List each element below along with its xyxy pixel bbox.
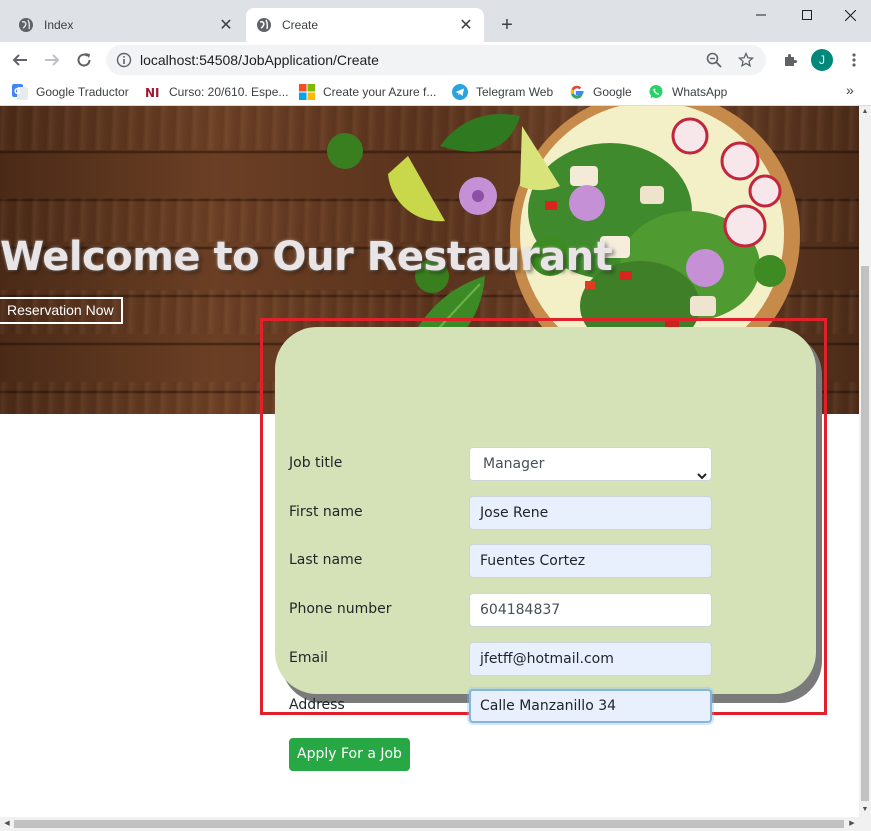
reload-icon[interactable] <box>70 46 98 74</box>
tab-strip: Index ✕ Create ✕ + <box>0 0 871 42</box>
profile-avatar[interactable]: J <box>811 49 833 71</box>
browser-toolbar: localhost:54508/JobApplication/Create <box>0 42 871 78</box>
svg-text:G: G <box>14 87 21 96</box>
back-arrow-icon[interactable] <box>6 46 34 74</box>
close-window-icon[interactable] <box>830 0 871 30</box>
phone-number-input[interactable]: 604184837 <box>469 593 712 627</box>
svg-text:NI: NI <box>145 86 160 100</box>
ni-icon: NI <box>145 84 161 100</box>
email-row: Email jfetff@hotmail.com <box>289 642 719 676</box>
zoom-icon[interactable] <box>702 48 726 72</box>
hero-title: Welcome to Our Restaurant <box>0 234 613 280</box>
last-name-input[interactable]: Fuentes Cortez <box>469 544 712 578</box>
reservation-button[interactable]: Reservation Now <box>0 297 123 324</box>
job-title-label: Job title <box>289 455 343 471</box>
bookmark-label: Create your Azure f... <box>323 85 437 99</box>
tab-create[interactable]: Create ✕ <box>246 8 484 42</box>
scroll-down-arrow-icon[interactable]: ▼ <box>861 806 869 814</box>
address-bar[interactable]: localhost:54508/JobApplication/Create <box>106 45 766 75</box>
horizontal-scroll-thumb[interactable] <box>14 820 844 828</box>
address-input[interactable]: Calle Manzanillo 34 <box>469 689 712 723</box>
phone-number-label: Phone number <box>289 601 392 617</box>
globe-icon <box>256 17 272 33</box>
url-text: localhost:54508/JobApplication/Create <box>140 52 379 68</box>
scroll-left-arrow-icon[interactable]: ◀ <box>3 820 11 828</box>
email-input[interactable]: jfetff@hotmail.com <box>469 642 712 676</box>
forward-arrow-icon[interactable] <box>38 46 66 74</box>
bookmark-google[interactable]: Google <box>569 82 632 102</box>
horizontal-scrollbar[interactable]: ◀ ▶ <box>0 817 871 831</box>
phone-number-row: Phone number 604184837 <box>289 593 719 627</box>
tab-label: Create <box>282 18 319 32</box>
bookmark-label: Telegram Web <box>476 85 554 99</box>
bookmark-curso[interactable]: NI Curso: 20/610. Espe... <box>145 82 288 102</box>
first-name-input[interactable]: Jose Rene <box>469 496 712 530</box>
google-translate-icon: G <box>12 84 28 100</box>
bookmark-label: Google <box>593 85 632 99</box>
vertical-scrollbar[interactable]: ▲ ▼ <box>859 106 871 817</box>
bookmark-telegram[interactable]: Telegram Web <box>452 82 553 102</box>
scroll-up-arrow-icon[interactable]: ▲ <box>861 108 869 116</box>
bookmark-label: Google Traductor <box>36 85 129 99</box>
bookmarks-overflow-button[interactable]: » <box>846 82 854 98</box>
microsoft-icon <box>299 84 315 100</box>
globe-icon <box>18 17 34 33</box>
first-name-row: First name Jose Rene <box>289 496 719 530</box>
menu-dots-icon[interactable] <box>840 46 868 74</box>
chevron-down-icon <box>697 460 707 480</box>
close-tab-icon[interactable]: ✕ <box>216 15 236 35</box>
address-label: Address <box>289 697 345 713</box>
site-info-icon[interactable] <box>116 52 132 68</box>
bookmark-azure[interactable]: Create your Azure f... <box>299 82 436 102</box>
last-name-row: Last name Fuentes Cortez <box>289 544 719 578</box>
apply-for-job-button[interactable]: Apply For a Job <box>289 738 410 771</box>
new-tab-button[interactable]: + <box>496 14 518 36</box>
close-tab-icon[interactable]: ✕ <box>456 15 476 35</box>
bookmarks-bar: G Google Traductor NI Curso: 20/610. Esp… <box>0 78 871 106</box>
whatsapp-icon <box>648 84 664 100</box>
maximize-icon[interactable] <box>784 0 830 30</box>
scroll-right-arrow-icon[interactable]: ▶ <box>848 820 856 828</box>
google-icon <box>569 84 585 100</box>
email-label: Email <box>289 650 328 666</box>
tab-index[interactable]: Index ✕ <box>8 8 244 42</box>
vertical-scroll-thumb[interactable] <box>861 266 869 801</box>
bookmark-star-icon[interactable] <box>734 48 758 72</box>
bookmark-whatsapp[interactable]: WhatsApp <box>648 82 727 102</box>
extensions-icon[interactable] <box>776 46 804 74</box>
job-title-value: Manager <box>483 456 545 472</box>
bookmark-label: Curso: 20/610. Espe... <box>169 85 289 99</box>
job-title-select[interactable]: Manager <box>469 447 712 481</box>
job-title-row: Job title Manager <box>289 447 719 481</box>
last-name-label: Last name <box>289 552 363 568</box>
bookmark-label: WhatsApp <box>672 85 728 99</box>
minimize-icon[interactable] <box>738 0 784 30</box>
bookmark-google-traductor[interactable]: G Google Traductor <box>12 82 129 102</box>
address-row: Address Calle Manzanillo 34 <box>289 689 719 723</box>
telegram-icon <box>452 84 468 100</box>
tab-label: Index <box>44 18 74 32</box>
first-name-label: First name <box>289 504 363 520</box>
